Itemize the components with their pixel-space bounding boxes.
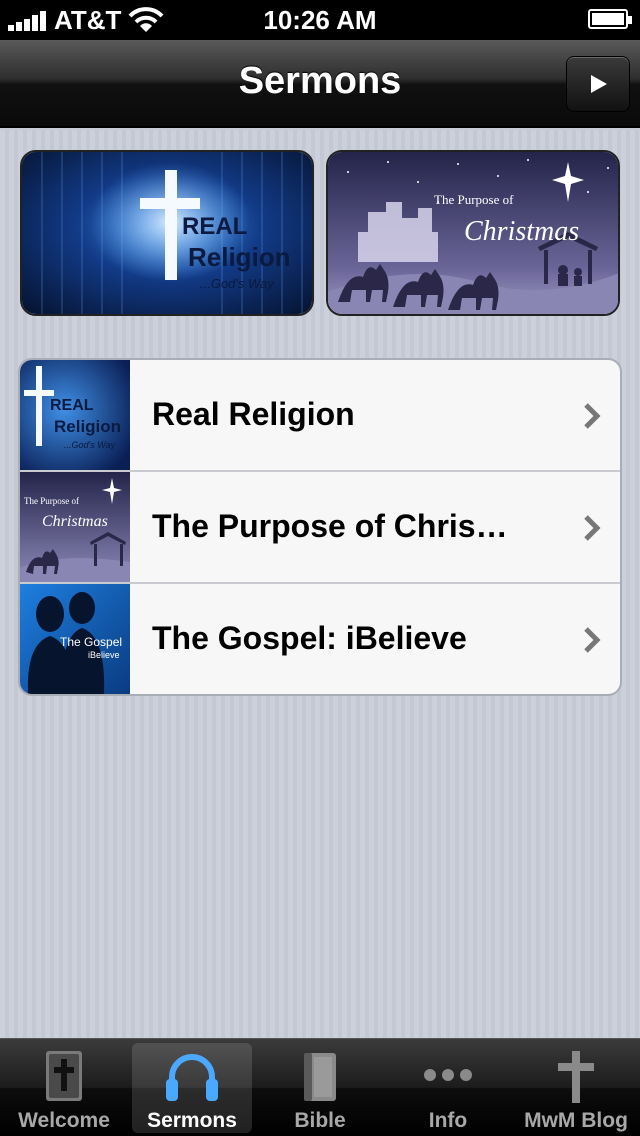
cross-icon xyxy=(558,1051,594,1103)
banner-text-religion: Religion xyxy=(188,242,291,272)
sermon-row-gospel-ibelieve[interactable]: The Gospel iBelieve The Gospel: iBelieve xyxy=(20,584,620,694)
thumb-text: The Purpose of xyxy=(24,496,79,506)
tab-mwm-blog[interactable]: MwM Blog xyxy=(516,1043,636,1133)
tab-label: Sermons xyxy=(147,1109,237,1132)
now-playing-button[interactable] xyxy=(566,56,630,112)
tab-label: Bible xyxy=(294,1109,346,1132)
tab-label: Welcome xyxy=(18,1109,110,1132)
tab-sermons[interactable]: Sermons xyxy=(132,1043,252,1133)
featured-banner-purpose-of-christmas[interactable]: The Purpose of Christmas xyxy=(326,150,620,316)
battery-icon xyxy=(588,9,632,29)
thumb-text: Religion xyxy=(54,417,121,436)
sermon-row-real-religion[interactable]: REAL Religion ...God's Way Real Religion xyxy=(20,360,620,472)
chevron-right-icon xyxy=(584,627,601,653)
tab-bible[interactable]: Bible xyxy=(260,1043,380,1133)
play-icon xyxy=(591,75,607,93)
sermon-list: REAL Religion ...God's Way Real Religion xyxy=(18,358,622,696)
thumb-text: The Gospel xyxy=(60,635,122,649)
christmas-artwork: The Purpose of Christmas xyxy=(328,152,618,314)
content-area: REAL Religion ...God's Way The Purpose o… xyxy=(0,130,640,1038)
status-time: 10:26 AM xyxy=(263,5,377,35)
thumb-text: iBelieve xyxy=(88,650,120,660)
more-dots-icon xyxy=(424,1069,472,1081)
banner-text-christmas: Christmas xyxy=(464,216,579,247)
tab-bar: Welcome Sermons Bible Info MwM Blog xyxy=(0,1038,640,1136)
book-icon xyxy=(304,1053,336,1101)
sermon-thumbnail: The Gospel iBelieve xyxy=(20,584,130,694)
banner-text-purpose-of: The Purpose of xyxy=(434,192,514,207)
sermon-title: The Gospel: iBelieve xyxy=(152,620,467,656)
bible-cross-icon xyxy=(46,1051,82,1101)
sermon-row-purpose-of-christmas[interactable]: The Purpose of Christmas The Purpose of … xyxy=(20,472,620,584)
tab-label: MwM Blog xyxy=(524,1109,628,1132)
thumb-text: ...God's Way xyxy=(64,440,116,450)
tab-info[interactable]: Info xyxy=(388,1043,508,1133)
sermon-thumbnail: The Purpose of Christmas xyxy=(20,472,130,582)
banner-text-real: REAL xyxy=(182,213,247,240)
sermon-title: Real Religion xyxy=(152,396,355,432)
navigation-bar: Sermons xyxy=(0,40,640,128)
tab-label: Info xyxy=(428,1109,468,1132)
status-bar: AT&T 10:26 AM xyxy=(0,0,640,40)
thumb-text: Christmas xyxy=(42,513,108,530)
chevron-right-icon xyxy=(584,403,601,429)
headphones-icon xyxy=(166,1054,218,1101)
chevron-right-icon xyxy=(584,515,601,541)
thumb-text: REAL xyxy=(50,397,94,414)
banner-text-gods-way: ...God's Way xyxy=(200,276,275,291)
sermon-thumbnail: REAL Religion ...God's Way xyxy=(20,360,130,470)
page-title: Sermons xyxy=(238,60,402,102)
featured-banner-real-religion[interactable]: REAL Religion ...God's Way xyxy=(20,150,314,316)
sermon-title: The Purpose of Chris… xyxy=(152,508,508,544)
real-religion-artwork: REAL Religion ...God's Way xyxy=(22,152,312,314)
tab-welcome[interactable]: Welcome xyxy=(4,1043,124,1133)
